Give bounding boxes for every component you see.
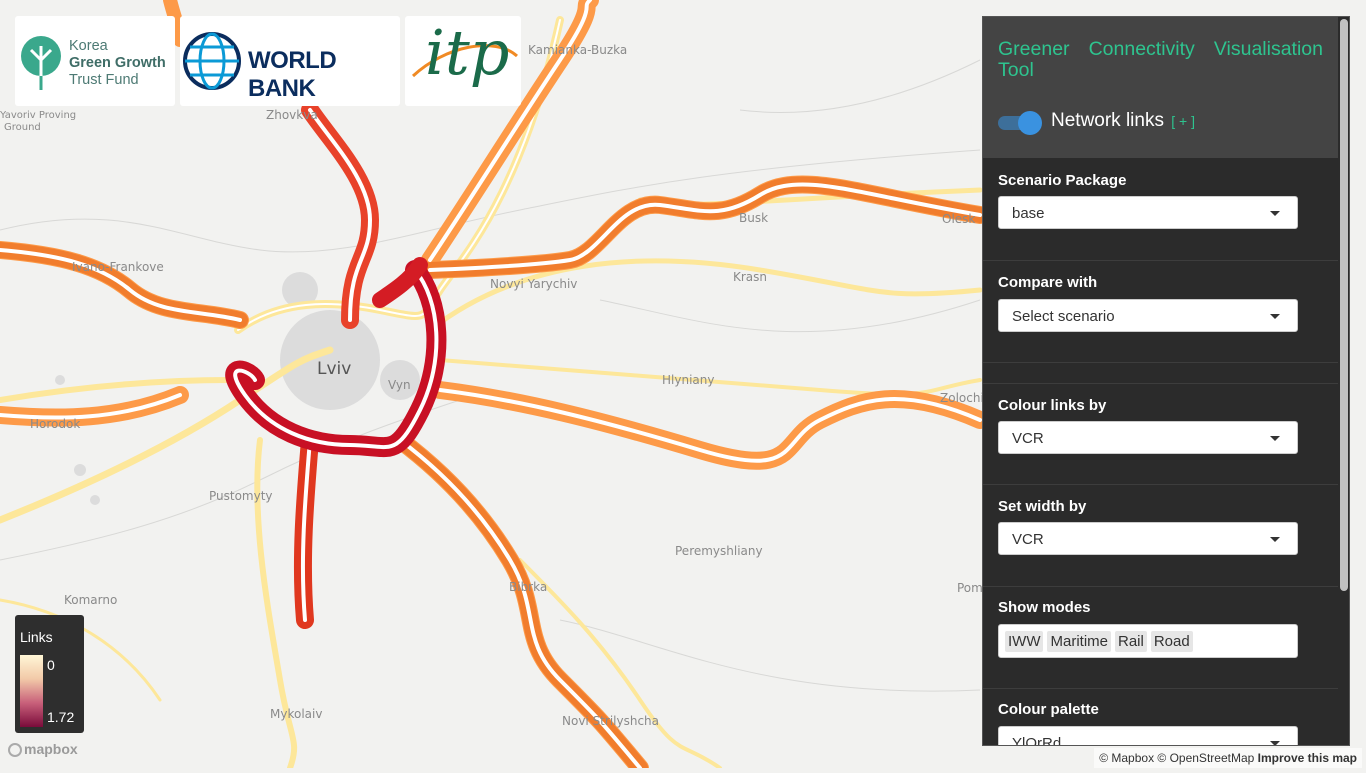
mode-chip-road[interactable]: Road <box>1150 631 1193 652</box>
place-label-proving-ground-1: Yavoriv Proving <box>0 110 77 121</box>
attribution-text[interactable]: © Mapbox © OpenStreetMap <box>1099 751 1254 765</box>
set-width-value: VCR <box>1012 531 1044 548</box>
colour-links-section: Colour links by VCR <box>983 383 1338 485</box>
mode-chip-iww[interactable]: IWW <box>1005 631 1044 652</box>
scenario-package-select[interactable]: base <box>998 196 1298 229</box>
map-attribution: © Mapbox © OpenStreetMap Improve this ma… <box>1094 748 1362 768</box>
place-label-vynnyky: Vyn <box>388 378 411 392</box>
mode-chip-rail[interactable]: Rail <box>1115 631 1147 652</box>
set-width-section: Set width by VCR <box>983 484 1338 587</box>
chevron-down-icon <box>1270 436 1280 441</box>
world-bank-wordmark: WORLD BANK <box>248 47 337 102</box>
panel-scrollbar[interactable] <box>1340 19 1348 591</box>
toggle-label-text: Network links <box>1051 110 1164 131</box>
place-label-pustomyty: Pustomyty <box>209 489 273 503</box>
world-bank-logo: WORLD BANK <box>180 16 400 106</box>
chevron-down-icon <box>1270 211 1280 216</box>
legend-title: Links <box>20 629 53 645</box>
place-label-horodok: Horodok <box>30 417 81 431</box>
mode-chip-maritime[interactable]: Maritime <box>1047 631 1111 652</box>
place-label-mykolaiv: Mykolaiv <box>270 707 323 721</box>
panel-header: Greener Connectivity Visualisation Tool … <box>983 17 1338 158</box>
place-label-proving-ground-2: Ground <box>4 122 41 133</box>
network-links-toggle[interactable] <box>998 111 1042 135</box>
place-label-ivano-frankove: Ivano-Frankove <box>72 260 164 274</box>
scenario-package-section: Scenario Package base <box>983 158 1338 260</box>
place-label-hlyniany: Hlyniany <box>662 373 715 387</box>
set-width-label: Set width by <box>998 498 1087 515</box>
show-modes-label: Show modes <box>998 599 1091 616</box>
show-modes-section: Show modes IWW Maritime Rail Road <box>983 586 1338 689</box>
place-label-peremyshliany: Peremyshliany <box>675 544 763 558</box>
colour-links-select[interactable]: VCR <box>998 421 1298 454</box>
toggle-knob <box>1018 111 1042 135</box>
compare-with-section: Compare with Select scenario <box>983 260 1338 363</box>
compare-with-placeholder: Select scenario <box>1012 308 1115 325</box>
spacer-section <box>983 362 1338 384</box>
colour-links-label: Colour links by <box>998 397 1107 414</box>
place-label-novyi-yarychiv: Novyi Yarychiv <box>490 277 578 291</box>
chevron-down-icon <box>1270 314 1280 319</box>
place-label-krasne: Krasn <box>733 270 768 284</box>
kggtf-wordmark: Korea Green Growth Trust Fund <box>69 38 166 89</box>
app-title: Greener Connectivity Visualisation Tool <box>998 38 1323 81</box>
place-label-busk: Busk <box>739 211 769 225</box>
kggtf-line3: Trust Fund <box>69 72 139 88</box>
expand-links-button[interactable]: [ + ] <box>1171 113 1195 129</box>
place-label-lviv: Lviv <box>317 359 352 379</box>
globe-icon <box>183 32 241 90</box>
control-panel: Greener Connectivity Visualisation Tool … <box>982 16 1350 746</box>
kggtf-line2: Green Growth <box>69 55 166 71</box>
links-legend: Links 0 1.72 <box>15 615 84 733</box>
mapbox-wordmark: mapbox <box>24 741 78 757</box>
colour-links-value: VCR <box>1012 430 1044 447</box>
colour-palette-value: YlOrRd <box>1012 735 1062 746</box>
place-label-bibrka: Bibrka <box>509 580 548 594</box>
scenario-package-label: Scenario Package <box>998 172 1127 189</box>
mapbox-icon <box>8 743 22 757</box>
itp-wordmark: itp <box>425 16 510 89</box>
place-label-komarno: Komarno <box>64 593 118 607</box>
set-width-select[interactable]: VCR <box>998 522 1298 555</box>
colour-palette-select[interactable]: YlOrRd <box>998 726 1298 746</box>
compare-with-label: Compare with <box>998 274 1098 291</box>
compare-with-select[interactable]: Select scenario <box>998 299 1298 332</box>
colour-palette-section: Colour palette YlOrRd <box>983 688 1338 746</box>
chevron-down-icon <box>1270 741 1280 745</box>
place-label-zhovkva: Zhovkva <box>266 108 318 122</box>
legend-colour-ramp <box>20 655 43 727</box>
scenario-package-value: base <box>1012 205 1045 222</box>
itp-logo: itp <box>405 16 521 106</box>
place-label-novi-strilyshcha: Novi Strilyshcha <box>562 714 660 728</box>
place-label-kamianka-buzka: Kamianka-Buzka <box>528 43 628 57</box>
legend-min: 0 <box>47 657 55 673</box>
tree-icon <box>21 36 61 90</box>
network-links-label: Network links [ + ] <box>1051 110 1195 132</box>
legend-max: 1.72 <box>47 709 75 725</box>
colour-palette-label: Colour palette <box>998 701 1099 718</box>
mapbox-logo[interactable]: mapbox <box>8 741 78 757</box>
kggtf-logo: Korea Green Growth Trust Fund <box>15 16 175 106</box>
place-label-zolochiv: Zolochi <box>940 391 984 405</box>
kggtf-line1: Korea <box>69 38 108 54</box>
place-label-olesko: Olesk <box>942 212 976 226</box>
place-label-pomoriany: Pom <box>957 581 983 595</box>
improve-map-link[interactable]: Improve this map <box>1258 751 1357 765</box>
chevron-down-icon <box>1270 537 1280 542</box>
show-modes-multiselect[interactable]: IWW Maritime Rail Road <box>998 624 1298 658</box>
